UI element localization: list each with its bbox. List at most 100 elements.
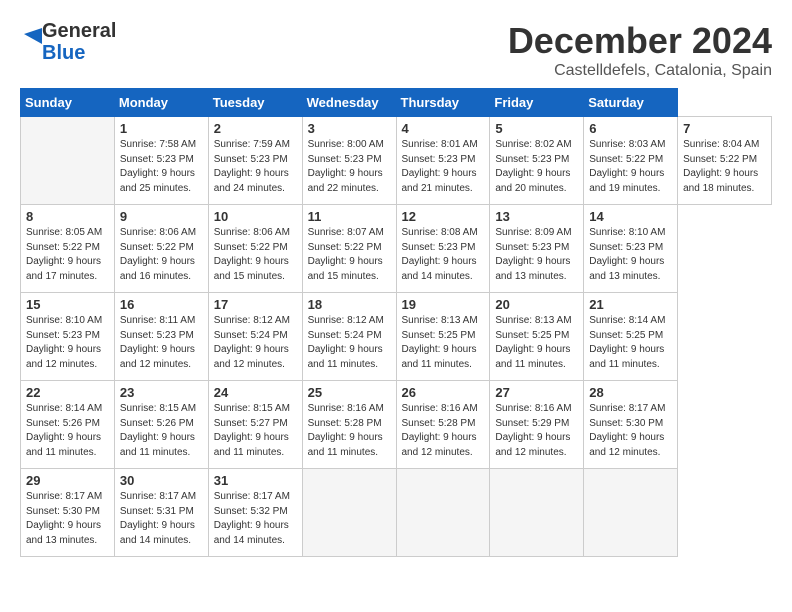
table-row: 4 Sunrise: 8:01 AMSunset: 5:23 PMDayligh… bbox=[396, 117, 490, 205]
day-info: Sunrise: 8:17 AMSunset: 5:32 PMDaylight:… bbox=[214, 491, 290, 546]
table-row: 27 Sunrise: 8:16 AMSunset: 5:29 PMDaylig… bbox=[490, 381, 584, 469]
day-info: Sunrise: 8:04 AMSunset: 5:22 PMDaylight:… bbox=[683, 139, 759, 194]
day-info: Sunrise: 8:15 AMSunset: 5:26 PMDaylight:… bbox=[120, 403, 196, 458]
day-number: 16 bbox=[120, 297, 203, 312]
table-row bbox=[396, 469, 490, 557]
day-number: 4 bbox=[402, 121, 485, 136]
table-row: 30 Sunrise: 8:17 AMSunset: 5:31 PMDaylig… bbox=[114, 469, 208, 557]
logo: General Blue bbox=[20, 20, 116, 64]
header-thursday: Thursday bbox=[396, 89, 490, 117]
table-row: 5 Sunrise: 8:02 AMSunset: 5:23 PMDayligh… bbox=[490, 117, 584, 205]
day-info: Sunrise: 8:15 AMSunset: 5:27 PMDaylight:… bbox=[214, 403, 290, 458]
day-number: 3 bbox=[308, 121, 391, 136]
day-info: Sunrise: 7:58 AMSunset: 5:23 PMDaylight:… bbox=[120, 139, 196, 194]
table-row: 20 Sunrise: 8:13 AMSunset: 5:25 PMDaylig… bbox=[490, 293, 584, 381]
day-number: 7 bbox=[683, 121, 766, 136]
table-row: 18 Sunrise: 8:12 AMSunset: 5:24 PMDaylig… bbox=[302, 293, 396, 381]
day-info: Sunrise: 8:09 AMSunset: 5:23 PMDaylight:… bbox=[495, 227, 571, 282]
day-info: Sunrise: 8:12 AMSunset: 5:24 PMDaylight:… bbox=[308, 315, 384, 370]
table-row: 12 Sunrise: 8:08 AMSunset: 5:23 PMDaylig… bbox=[396, 205, 490, 293]
title-block: December 2024 Castelldefels, Catalonia, … bbox=[508, 20, 772, 80]
day-info: Sunrise: 8:02 AMSunset: 5:23 PMDaylight:… bbox=[495, 139, 571, 194]
day-info: Sunrise: 8:06 AMSunset: 5:22 PMDaylight:… bbox=[120, 227, 196, 282]
table-row: 19 Sunrise: 8:13 AMSunset: 5:25 PMDaylig… bbox=[396, 293, 490, 381]
table-row: 21 Sunrise: 8:14 AMSunset: 5:25 PMDaylig… bbox=[584, 293, 678, 381]
header-tuesday: Tuesday bbox=[208, 89, 302, 117]
day-number: 21 bbox=[589, 297, 672, 312]
header-wednesday: Wednesday bbox=[302, 89, 396, 117]
table-row: 28 Sunrise: 8:17 AMSunset: 5:30 PMDaylig… bbox=[584, 381, 678, 469]
day-number: 23 bbox=[120, 385, 203, 400]
table-row: 10 Sunrise: 8:06 AMSunset: 5:22 PMDaylig… bbox=[208, 205, 302, 293]
day-info: Sunrise: 8:06 AMSunset: 5:22 PMDaylight:… bbox=[214, 227, 290, 282]
page-header: General Blue December 2024 Castelldefels… bbox=[20, 20, 772, 80]
header-saturday: Saturday bbox=[584, 89, 678, 117]
day-number: 22 bbox=[26, 385, 109, 400]
day-number: 27 bbox=[495, 385, 578, 400]
day-info: Sunrise: 8:14 AMSunset: 5:26 PMDaylight:… bbox=[26, 403, 102, 458]
day-number: 10 bbox=[214, 209, 297, 224]
table-row: 16 Sunrise: 8:11 AMSunset: 5:23 PMDaylig… bbox=[114, 293, 208, 381]
day-number: 30 bbox=[120, 473, 203, 488]
empty-cell bbox=[21, 117, 115, 205]
logo-bird-icon bbox=[20, 24, 42, 60]
day-info: Sunrise: 8:07 AMSunset: 5:22 PMDaylight:… bbox=[308, 227, 384, 282]
day-info: Sunrise: 8:12 AMSunset: 5:24 PMDaylight:… bbox=[214, 315, 290, 370]
day-info: Sunrise: 8:01 AMSunset: 5:23 PMDaylight:… bbox=[402, 139, 478, 194]
day-info: Sunrise: 8:14 AMSunset: 5:25 PMDaylight:… bbox=[589, 315, 665, 370]
table-row bbox=[584, 469, 678, 557]
header-monday: Monday bbox=[114, 89, 208, 117]
table-row: 15 Sunrise: 8:10 AMSunset: 5:23 PMDaylig… bbox=[21, 293, 115, 381]
day-number: 26 bbox=[402, 385, 485, 400]
day-info: Sunrise: 8:13 AMSunset: 5:25 PMDaylight:… bbox=[402, 315, 478, 370]
logo-general-text: General bbox=[42, 20, 116, 42]
table-row: 1 Sunrise: 7:58 AMSunset: 5:23 PMDayligh… bbox=[114, 117, 208, 205]
table-row: 2 Sunrise: 7:59 AMSunset: 5:23 PMDayligh… bbox=[208, 117, 302, 205]
day-info: Sunrise: 8:17 AMSunset: 5:31 PMDaylight:… bbox=[120, 491, 196, 546]
day-info: Sunrise: 8:16 AMSunset: 5:28 PMDaylight:… bbox=[308, 403, 384, 458]
day-number: 13 bbox=[495, 209, 578, 224]
table-row: 24 Sunrise: 8:15 AMSunset: 5:27 PMDaylig… bbox=[208, 381, 302, 469]
header-sunday: Sunday bbox=[21, 89, 115, 117]
day-info: Sunrise: 8:11 AMSunset: 5:23 PMDaylight:… bbox=[120, 315, 195, 370]
day-number: 5 bbox=[495, 121, 578, 136]
table-row: 13 Sunrise: 8:09 AMSunset: 5:23 PMDaylig… bbox=[490, 205, 584, 293]
day-number: 17 bbox=[214, 297, 297, 312]
day-info: Sunrise: 8:10 AMSunset: 5:23 PMDaylight:… bbox=[26, 315, 102, 370]
table-row: 31 Sunrise: 8:17 AMSunset: 5:32 PMDaylig… bbox=[208, 469, 302, 557]
day-number: 6 bbox=[589, 121, 672, 136]
day-number: 9 bbox=[120, 209, 203, 224]
calendar-week-row: 8 Sunrise: 8:05 AMSunset: 5:22 PMDayligh… bbox=[21, 205, 772, 293]
day-number: 25 bbox=[308, 385, 391, 400]
location-subtitle: Castelldefels, Catalonia, Spain bbox=[508, 62, 772, 80]
day-number: 2 bbox=[214, 121, 297, 136]
day-info: Sunrise: 8:17 AMSunset: 5:30 PMDaylight:… bbox=[589, 403, 665, 458]
day-number: 14 bbox=[589, 209, 672, 224]
month-title: December 2024 bbox=[508, 20, 772, 62]
calendar-week-row: 15 Sunrise: 8:10 AMSunset: 5:23 PMDaylig… bbox=[21, 293, 772, 381]
day-number: 24 bbox=[214, 385, 297, 400]
day-number: 18 bbox=[308, 297, 391, 312]
table-row: 7 Sunrise: 8:04 AMSunset: 5:22 PMDayligh… bbox=[678, 117, 772, 205]
logo-blue-text: Blue bbox=[42, 42, 116, 64]
calendar-header-row: Sunday Monday Tuesday Wednesday Thursday… bbox=[21, 89, 772, 117]
day-info: Sunrise: 8:17 AMSunset: 5:30 PMDaylight:… bbox=[26, 491, 102, 546]
table-row: 9 Sunrise: 8:06 AMSunset: 5:22 PMDayligh… bbox=[114, 205, 208, 293]
day-number: 1 bbox=[120, 121, 203, 136]
day-number: 8 bbox=[26, 209, 109, 224]
day-info: Sunrise: 8:16 AMSunset: 5:29 PMDaylight:… bbox=[495, 403, 571, 458]
table-row: 23 Sunrise: 8:15 AMSunset: 5:26 PMDaylig… bbox=[114, 381, 208, 469]
day-info: Sunrise: 8:16 AMSunset: 5:28 PMDaylight:… bbox=[402, 403, 478, 458]
table-row: 26 Sunrise: 8:16 AMSunset: 5:28 PMDaylig… bbox=[396, 381, 490, 469]
calendar-week-row: 22 Sunrise: 8:14 AMSunset: 5:26 PMDaylig… bbox=[21, 381, 772, 469]
calendar-week-row: 29 Sunrise: 8:17 AMSunset: 5:30 PMDaylig… bbox=[21, 469, 772, 557]
day-info: Sunrise: 8:13 AMSunset: 5:25 PMDaylight:… bbox=[495, 315, 571, 370]
day-number: 31 bbox=[214, 473, 297, 488]
day-number: 15 bbox=[26, 297, 109, 312]
table-row: 3 Sunrise: 8:00 AMSunset: 5:23 PMDayligh… bbox=[302, 117, 396, 205]
table-row: 6 Sunrise: 8:03 AMSunset: 5:22 PMDayligh… bbox=[584, 117, 678, 205]
day-info: Sunrise: 8:05 AMSunset: 5:22 PMDaylight:… bbox=[26, 227, 102, 282]
calendar-table: Sunday Monday Tuesday Wednesday Thursday… bbox=[20, 88, 772, 557]
day-info: Sunrise: 7:59 AMSunset: 5:23 PMDaylight:… bbox=[214, 139, 290, 194]
table-row: 29 Sunrise: 8:17 AMSunset: 5:30 PMDaylig… bbox=[21, 469, 115, 557]
